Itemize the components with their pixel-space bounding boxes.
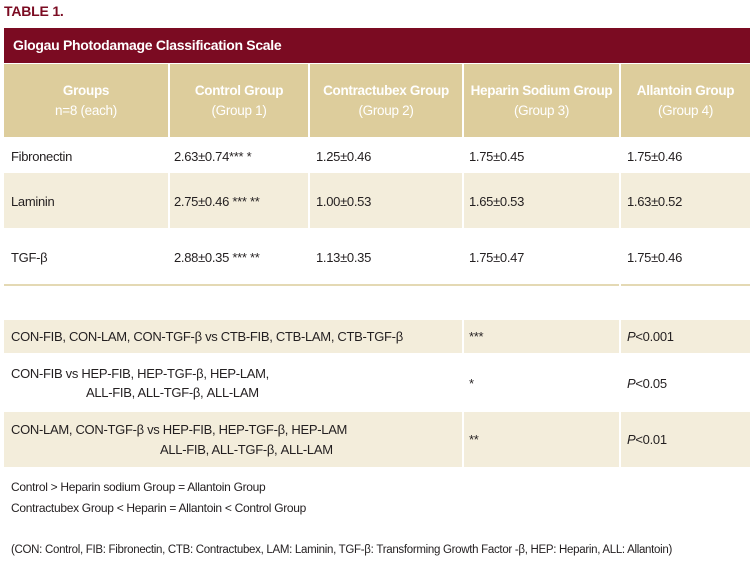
header-allantoin-sub: (Group 4)	[657, 102, 714, 118]
table-row-tgf-beta: TGF-β 2.88±0.35 *** ** 1.13±0.35 1.75±0.…	[4, 228, 750, 284]
header-control-group: Control Group (Group 1)	[170, 64, 308, 137]
header-groups: Groups n=8 (each)	[4, 64, 168, 137]
header-allantoin-group: Allantoin Group (Group 4)	[621, 64, 750, 137]
header-control-label: Control Group	[194, 82, 284, 98]
footnote-2: Contractubex Group < Heparin = Allantoin…	[11, 501, 307, 515]
table-title: Glogau Photodamage Classification Scale	[13, 37, 282, 53]
comparison-label: CON-FIB vs HEP-FIB, HEP-TGF-β, HEP-LAM,	[11, 366, 269, 381]
comparison-label-cont: ALL-FIB, ALL-TGF-β, ALL-LAM	[160, 442, 333, 457]
table-title-bar: Glogau Photodamage Classification Scale	[4, 28, 750, 63]
comparison-mark: *	[469, 376, 474, 391]
column-divider	[462, 320, 464, 467]
cell-control: 2.75±0.46 *** **	[174, 194, 260, 209]
comparison-label-cont: ALL-FIB, ALL-TGF-β, ALL-LAM	[86, 385, 259, 400]
comparison-p-value: P<0.01	[627, 432, 667, 447]
comparison-p-value: P<0.05	[627, 376, 667, 391]
table-label: TABLE 1.	[4, 3, 64, 19]
table-row-laminin: Laminin 2.75±0.46 *** ** 1.00±0.53 1.65±…	[4, 173, 750, 228]
cell-heparin: 1.75±0.47	[469, 250, 525, 265]
table-row-fibronectin: Fibronectin 2.63±0.74*** * 1.25±0.46 1.7…	[4, 139, 750, 173]
comparison-label: CON-FIB, CON-LAM, CON-TGF-β vs CTB-FIB, …	[11, 329, 403, 344]
comparison-mark: **	[469, 432, 479, 447]
header-contractubex-label: Contractubex Group	[323, 82, 449, 98]
header-heparin-group: Heparin Sodium Group (Group 3)	[464, 64, 619, 137]
column-divider	[308, 64, 310, 284]
header-contractubex-group: Contractubex Group (Group 2)	[310, 64, 462, 137]
comparison-mark: ***	[469, 329, 484, 344]
cell-contractubex: 1.00±0.53	[316, 194, 372, 209]
cell-allantoin: 1.75±0.46	[627, 250, 683, 265]
column-divider	[462, 64, 464, 284]
header-control-sub: (Group 1)	[211, 102, 267, 118]
cell-control: 2.63±0.74*** *	[174, 149, 252, 164]
column-divider	[168, 64, 170, 284]
comparison-row-3: CON-LAM, CON-TGF-β vs HEP-FIB, HEP-TGF-β…	[4, 412, 750, 467]
cell-heparin: 1.65±0.53	[469, 194, 525, 209]
header-allantoin-label: Allantoin Group	[636, 82, 735, 98]
row-label: TGF-β	[11, 250, 48, 265]
cell-allantoin: 1.75±0.46	[627, 149, 683, 164]
column-divider	[619, 64, 621, 467]
cell-heparin: 1.75±0.45	[469, 149, 525, 164]
header-groups-label: Groups	[62, 82, 110, 98]
table-divider	[4, 284, 750, 286]
comparison-row-1: CON-FIB, CON-LAM, CON-TGF-β vs CTB-FIB, …	[4, 320, 750, 353]
header-heparin-label: Heparin Sodium Group	[470, 82, 613, 98]
row-label: Fibronectin	[11, 149, 73, 164]
cell-contractubex: 1.13±0.35	[316, 250, 372, 265]
header-contractubex-sub: (Group 2)	[358, 102, 414, 118]
cell-control: 2.88±0.35 *** **	[174, 250, 260, 265]
header-heparin-sub: (Group 3)	[513, 102, 570, 118]
row-label: Laminin	[11, 194, 55, 209]
comparison-p-value: P<0.001	[627, 329, 674, 344]
comparison-label: CON-LAM, CON-TGF-β vs HEP-FIB, HEP-TGF-β…	[11, 422, 348, 437]
comparison-row-2: CON-FIB vs HEP-FIB, HEP-TGF-β, HEP-LAM, …	[4, 355, 750, 410]
footnote-1: Control > Heparin sodium Group = Allanto…	[11, 480, 266, 494]
abbreviations-note: (CON: Control, FIB: Fibronectin, CTB: Co…	[11, 544, 673, 556]
header-groups-sub: n=8 (each)	[55, 102, 117, 118]
cell-allantoin: 1.63±0.52	[627, 194, 683, 209]
cell-contractubex: 1.25±0.46	[316, 149, 372, 164]
